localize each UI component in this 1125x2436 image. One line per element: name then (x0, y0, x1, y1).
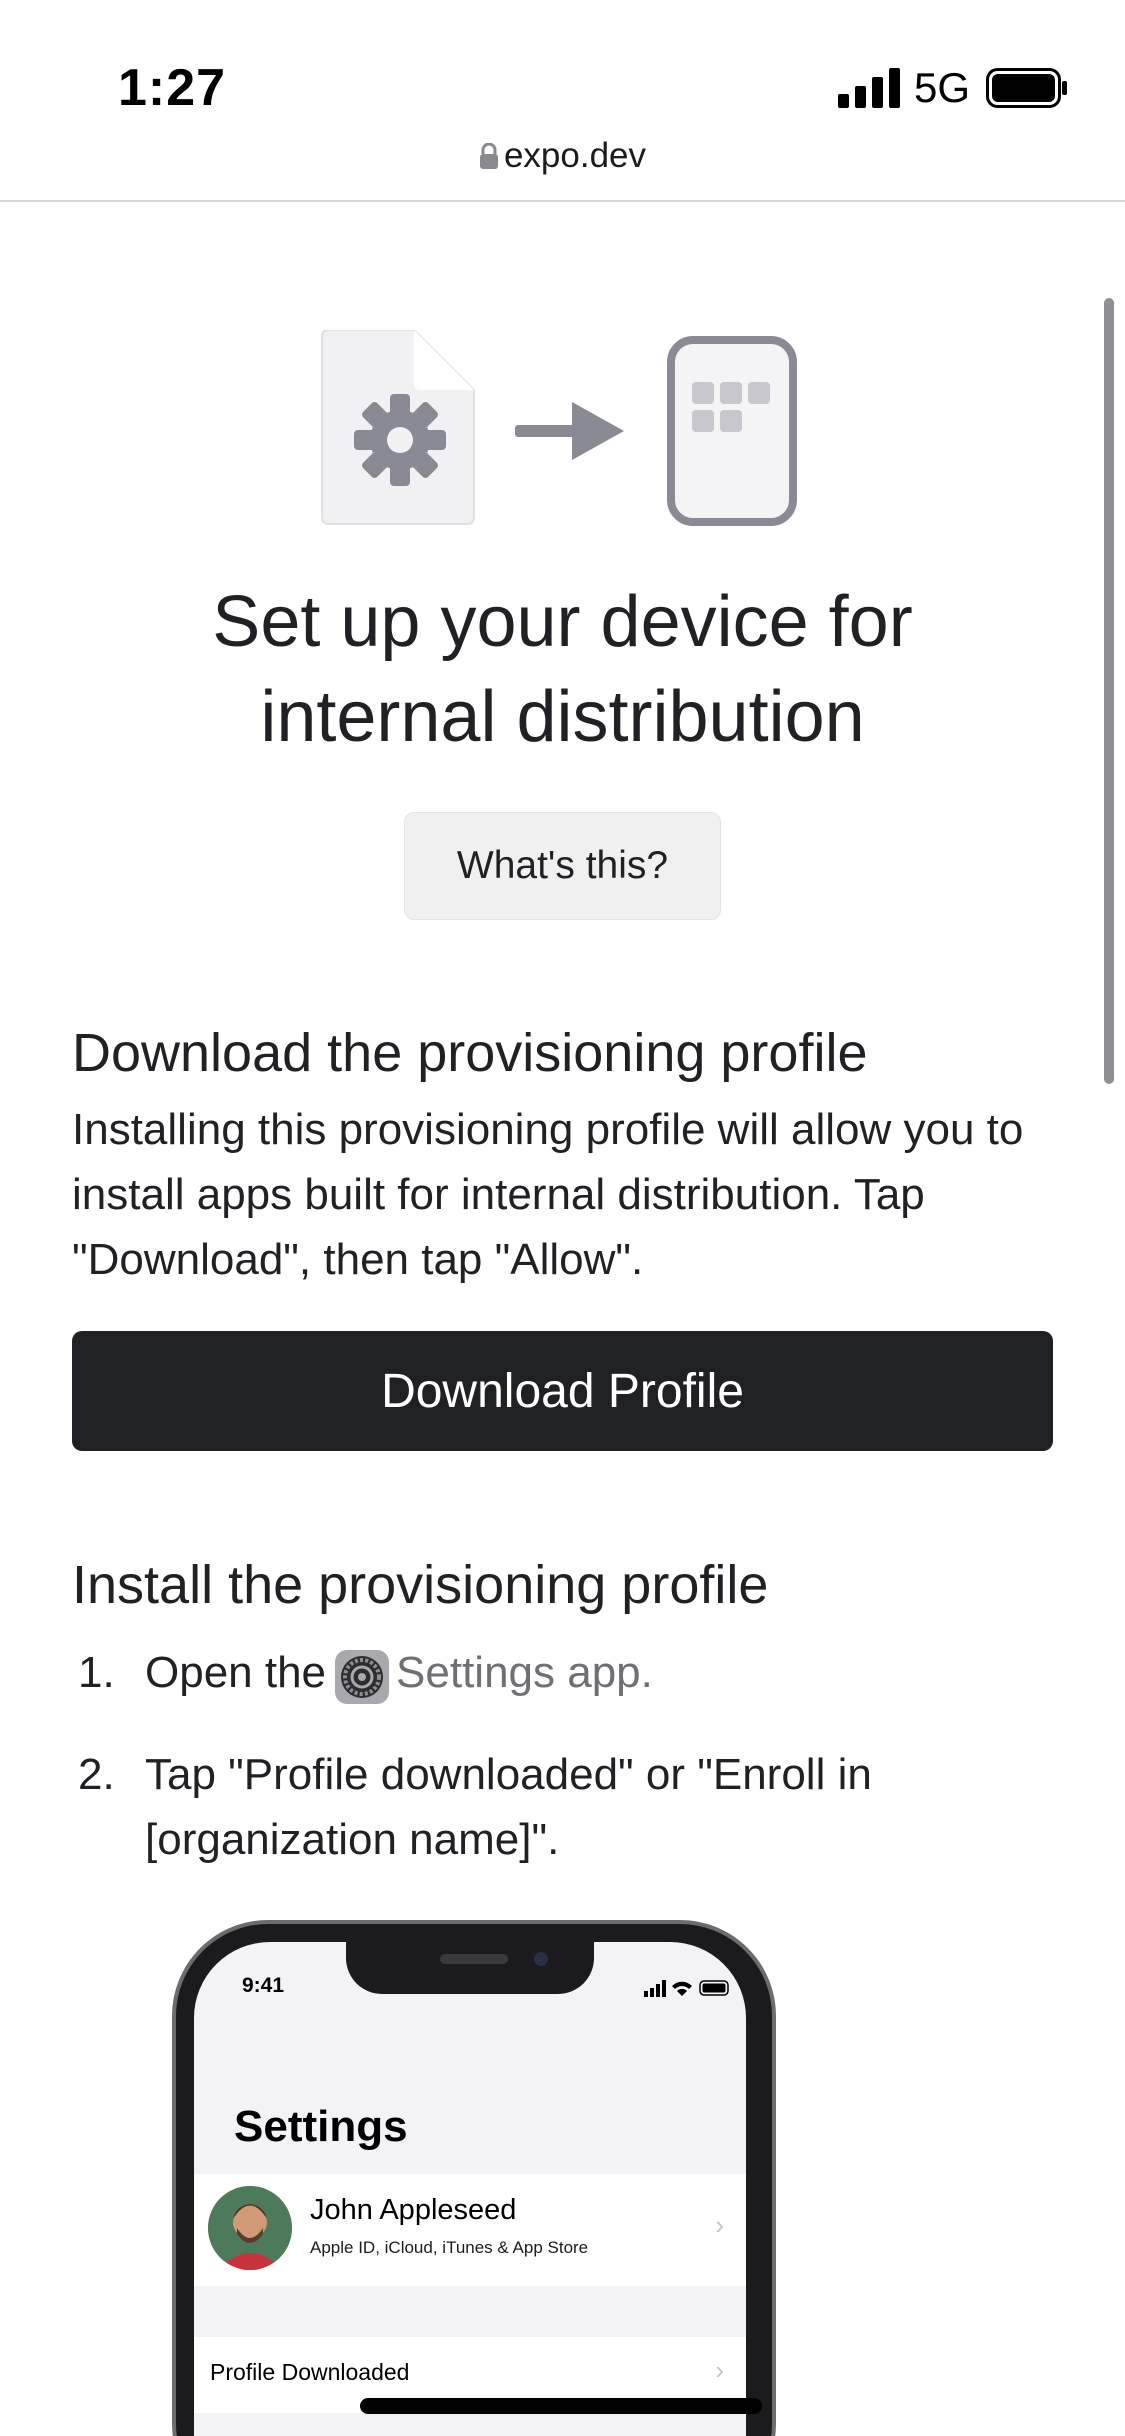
profile-document-icon (321, 330, 475, 525)
phone-settings-title: Settings (234, 2102, 408, 2151)
phone-apps-icon (667, 336, 797, 526)
step-text: Open the Settings app. (145, 1640, 1045, 1705)
phone-user-name: John Appleseed (310, 2194, 517, 2226)
phone-screen: 9:41 Settings John Appleseed Apple ID, i… (194, 1942, 746, 2436)
download-section-heading: Download the provisioning profile (72, 1023, 868, 1083)
network-type: 5G (914, 64, 971, 111)
phone-profile-downloaded-label: Profile Downloaded (210, 2359, 410, 2385)
phone-camera (534, 1952, 548, 1966)
chevron-right-icon: › (715, 2210, 724, 2240)
step-text: Tap "Profile downloaded" or "Enroll in [… (145, 1750, 872, 1864)
scrollbar[interactable] (1104, 298, 1114, 1084)
hero-illustration (321, 330, 797, 526)
phone-status-icons (644, 1980, 729, 1997)
install-step: 2. Tap "Profile downloaded" or "Enroll i… (72, 1742, 1062, 1882)
gear-icon (354, 394, 446, 486)
install-section-heading: Install the provisioning profile (72, 1555, 769, 1615)
page-title: Set up your device for internal distribu… (60, 575, 1065, 765)
phone-speaker (440, 1954, 508, 1964)
browser-address-bar[interactable]: expo.dev (0, 130, 1125, 202)
url-display[interactable]: expo.dev (0, 136, 1125, 176)
home-indicator[interactable] (360, 2398, 762, 2414)
phone-time: 9:41 (242, 1974, 285, 1997)
step-text-before: Open the (145, 1648, 327, 1697)
phone-apple-id-row: John Appleseed Apple ID, iCloud, iTunes … (194, 2174, 746, 2286)
settings-app-icon[interactable] (334, 1649, 390, 1705)
chevron-right-icon: › (715, 2355, 724, 2385)
phone-notch (346, 1942, 594, 1994)
arrow-right-icon (515, 402, 624, 460)
status-time: 1:27 (118, 59, 227, 117)
whats-this-button[interactable]: What's this? (404, 812, 721, 920)
download-section-description: Installing this provisioning profile wil… (72, 1105, 1024, 1284)
status-bar: 1:27 5G (0, 0, 1125, 130)
settings-app-link[interactable]: Settings app. (396, 1648, 653, 1697)
install-step: 1. Open the Settings app. (72, 1640, 1062, 1710)
download-profile-button[interactable]: Download Profile (72, 1331, 1053, 1451)
phone-user-subtitle: Apple ID, iCloud, iTunes & App Store (310, 2238, 589, 2257)
step-number: 1. (78, 1648, 115, 1697)
step-number: 2. (78, 1750, 115, 1799)
battery-icon (986, 68, 1067, 108)
lock-icon (479, 143, 498, 169)
page-title-line-2: internal distribution (260, 677, 865, 757)
avatar (208, 2186, 292, 2270)
url-text: expo.dev (503, 136, 647, 175)
cellular-signal-icon (838, 68, 900, 108)
page-title-line-1: Set up your device for (212, 582, 913, 662)
settings-phone-illustration: 9:41 Settings John Appleseed Apple ID, i… (172, 1920, 776, 2436)
